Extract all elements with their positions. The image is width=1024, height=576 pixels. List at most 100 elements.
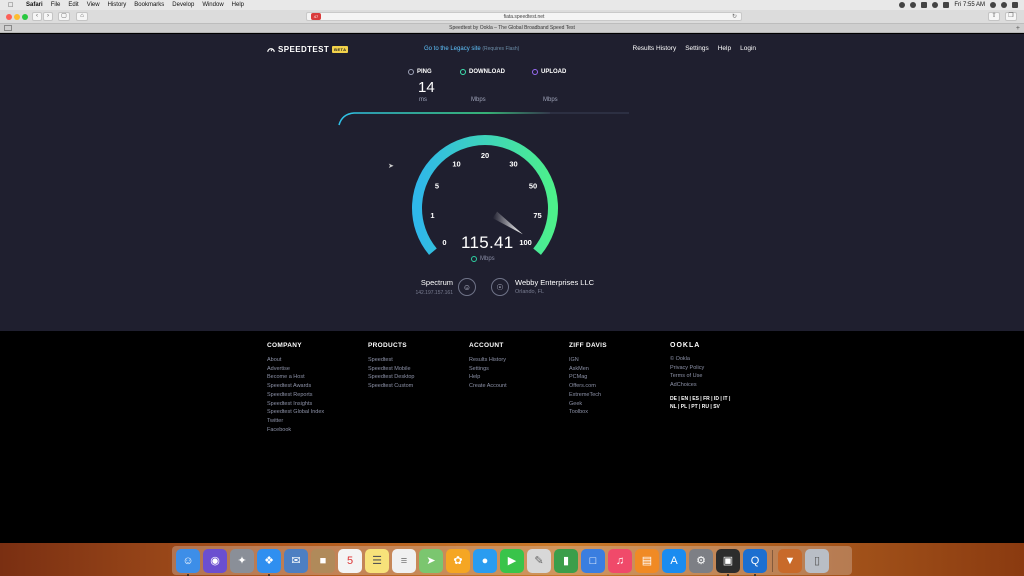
menu-app-name[interactable]: Safari [26, 2, 43, 8]
footer-link[interactable]: Settings [469, 365, 507, 374]
nav-help[interactable]: Help [718, 45, 731, 52]
footer-link[interactable]: Advertise [267, 365, 324, 374]
zoom-window-button[interactable] [22, 14, 28, 20]
footer-link[interactable]: Offers.com [569, 382, 607, 391]
tabs-overview-icon[interactable]: ❐ [1005, 12, 1017, 21]
sidebar-button[interactable]: ▢ [58, 12, 70, 21]
reload-icon[interactable]: ↻ [732, 13, 737, 21]
textedit-icon[interactable]: ✎ [527, 548, 551, 573]
calendar-icon[interactable]: 5 [338, 548, 362, 573]
downloads-stack-icon[interactable]: ▼ [778, 548, 802, 573]
footer-link[interactable]: About [267, 356, 324, 365]
speedtest-logo[interactable]: SPEEDTEST BETA [267, 45, 349, 54]
books-icon[interactable]: ▤ [635, 548, 659, 573]
new-tab-icon[interactable]: + [1016, 24, 1020, 33]
siri-icon[interactable]: ◉ [203, 548, 227, 573]
launchpad-icon[interactable]: ✦ [230, 548, 254, 573]
wifi-icon[interactable] [932, 2, 939, 8]
photos-icon[interactable]: ✿ [446, 548, 470, 573]
footer-link[interactable]: AdChoices [670, 381, 750, 390]
trash-icon[interactable]: ▯ [805, 548, 829, 573]
menu-view[interactable]: View [87, 2, 100, 8]
home-icon[interactable]: ⌂ [76, 12, 88, 21]
mail-icon[interactable]: ✉ [284, 548, 308, 573]
menu-bookmarks[interactable]: Bookmarks [134, 2, 164, 8]
menu-clock[interactable]: Fri 7:55 AM [954, 2, 985, 8]
music-icon[interactable]: ♫ [608, 548, 632, 573]
footer-link[interactable]: Speedtest [368, 356, 414, 365]
facebook-link[interactable]: Facebook [267, 426, 324, 435]
menu-history[interactable]: History [108, 2, 127, 8]
globe-icon[interactable]: ☉ [491, 278, 509, 296]
twitter-link[interactable]: Twitter [267, 417, 324, 426]
notification-center-icon[interactable] [1012, 2, 1018, 8]
share-icon[interactable]: ⇧ [988, 12, 1000, 21]
extension-badge[interactable]: 47 [311, 13, 321, 20]
maps-icon[interactable]: ➤ [419, 548, 443, 573]
menu-develop[interactable]: Develop [172, 2, 194, 8]
legacy-link-text[interactable]: Go to the Legacy site [424, 46, 481, 52]
footer-link[interactable]: Create Account [469, 382, 507, 391]
nav-login[interactable]: Login [740, 45, 756, 52]
footer-link[interactable]: Geek [569, 400, 607, 409]
messages-icon[interactable]: ● [473, 548, 497, 573]
active-tab-title[interactable]: Speedtest by Ookla – The Global Broadban… [449, 25, 575, 31]
nav-results-history[interactable]: Results History [633, 45, 677, 52]
footer-link[interactable]: Speedtest Insights [267, 400, 324, 409]
menu-window[interactable]: Window [202, 2, 223, 8]
footer-link[interactable]: Speedtest Awards [267, 382, 324, 391]
footer-link[interactable]: Speedtest Desktop [368, 373, 414, 382]
siri-icon[interactable] [1001, 2, 1007, 8]
forward-button[interactable]: › [43, 12, 53, 21]
safari-icon[interactable]: ❖ [257, 548, 281, 576]
languages-line-2[interactable]: NL | PL | PT | RU | SV [670, 403, 750, 411]
footer-link[interactable]: Terms of Use [670, 372, 750, 381]
apple-icon[interactable]:  [8, 2, 18, 9]
minimize-window-button[interactable] [14, 14, 20, 20]
cloud-icon[interactable] [910, 2, 917, 8]
language-selector[interactable]: DE | EN | ES | FR | ID | IT | NL | PL | … [670, 395, 750, 411]
footer-link[interactable]: Speedtest Mobile [368, 365, 414, 374]
status-icon[interactable] [899, 2, 906, 8]
menu-help[interactable]: Help [232, 2, 244, 8]
footer-link[interactable]: Speedtest Global Index [267, 408, 324, 417]
footer-link[interactable]: Become a Host [267, 373, 324, 382]
finder-icon[interactable]: ☺ [176, 548, 200, 576]
server-name[interactable]: Webby Enterprises LLC [515, 278, 605, 287]
footer-link[interactable]: Speedtest Reports [267, 391, 324, 400]
bluetooth-icon[interactable] [921, 2, 928, 8]
footer-link[interactable]: Results History [469, 356, 507, 365]
footer-link[interactable]: IGN [569, 356, 607, 365]
spotlight-icon[interactable] [990, 2, 996, 8]
contacts-icon[interactable]: ■ [311, 548, 335, 573]
footer-link[interactable]: PCMag [569, 373, 607, 382]
footer-link[interactable]: Help [469, 373, 507, 382]
reminders-icon[interactable]: ≡ [392, 548, 416, 573]
show-sidebar-icon[interactable] [4, 25, 12, 31]
numbers-icon[interactable]: ▮ [554, 548, 578, 573]
back-button[interactable]: ‹ [32, 12, 42, 21]
server-info[interactable]: Webby Enterprises LLC Orlando, FL [515, 278, 605, 295]
quicktime-icon[interactable]: Q [743, 548, 767, 576]
ookla-logo[interactable]: OOKLA [670, 342, 750, 349]
app-store-icon[interactable]: A [662, 548, 686, 573]
nav-settings[interactable]: Settings [685, 45, 709, 52]
screen-recording-icon[interactable]: ▣ [716, 548, 740, 576]
user-icon[interactable]: ☺ [458, 278, 476, 296]
keynote-icon[interactable]: □ [581, 548, 605, 573]
legacy-site-link[interactable]: Go to the Legacy site (Requires Flash) [424, 46, 519, 52]
footer-link[interactable]: AskMen [569, 365, 607, 374]
menu-file[interactable]: File [51, 2, 61, 8]
footer-link[interactable]: Speedtest Custom [368, 382, 414, 391]
footer-link[interactable]: Privacy Policy [670, 364, 750, 373]
volume-icon[interactable] [943, 2, 950, 8]
menu-edit[interactable]: Edit [68, 2, 78, 8]
languages-line-1[interactable]: DE | EN | ES | FR | ID | IT | [670, 395, 750, 403]
address-bar[interactable]: 47 fiata.speedtest.net ↻ [306, 12, 742, 21]
notes-icon[interactable]: ☰ [365, 548, 389, 573]
close-window-button[interactable] [6, 14, 12, 20]
facetime-icon[interactable]: ▶ [500, 548, 524, 573]
footer-link[interactable]: ExtremeTech [569, 391, 607, 400]
footer-link[interactable]: Toolbox [569, 408, 607, 417]
system-preferences-icon[interactable]: ⚙ [689, 548, 713, 573]
